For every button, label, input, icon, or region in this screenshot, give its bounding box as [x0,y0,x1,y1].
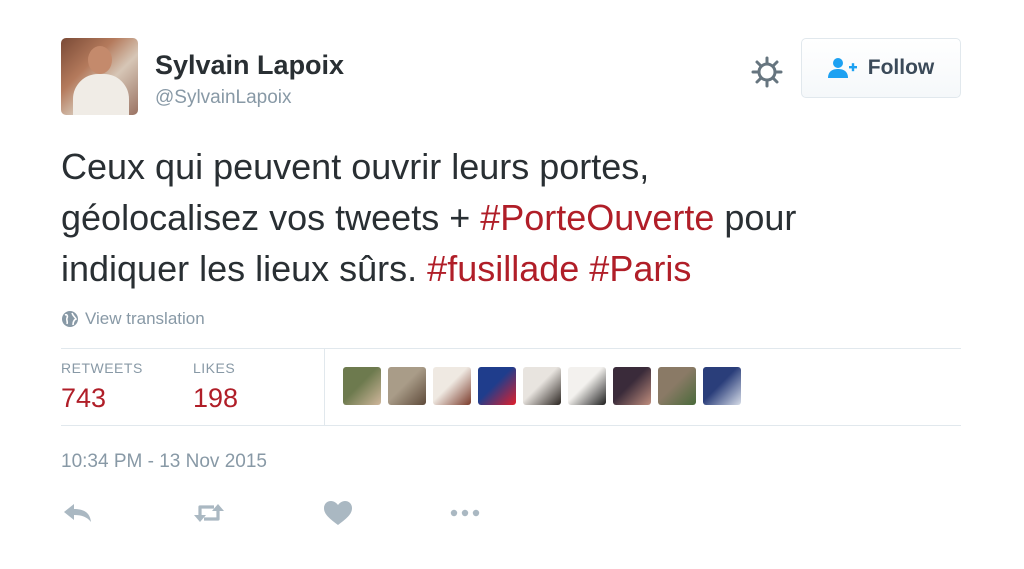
tweet-text-segment [579,248,589,289]
tweet-card: Sylvain Lapoix @SylvainLapoix Follow Ceu… [0,0,1024,569]
tweet-text-segment: indiquer les lieux sûrs. [61,248,428,289]
tweet-text-segment: pour [714,197,797,238]
follow-label: Follow [867,56,935,79]
liker-avatar-2[interactable] [388,367,426,405]
hashtag-link[interactable]: #fusillade [427,248,579,289]
globe-icon [62,311,78,327]
reply-icon[interactable] [61,499,95,527]
like-heart-icon[interactable] [321,499,355,527]
hashtag-link[interactable]: #Paris [589,248,691,289]
divider [61,348,961,349]
liker-avatars [343,367,741,405]
tweet-text-segment: Ceux qui peuvent ouvrir leurs portes, [61,146,650,187]
hashtag-link[interactable]: #PorteOuverte [480,197,714,238]
follow-button[interactable]: Follow [801,38,961,98]
likes-label: LIKES [193,360,236,376]
avatar-body [73,74,129,115]
retweets-label: RETWEETS [61,360,143,376]
retweets-stat[interactable]: RETWEETS 743 [61,360,143,414]
liker-avatar-3[interactable] [433,367,471,405]
liker-avatar-7[interactable] [613,367,651,405]
liker-avatar-5[interactable] [523,367,561,405]
divider [324,349,325,425]
liker-avatar-6[interactable] [568,367,606,405]
display-name[interactable]: Sylvain Lapoix [155,50,344,81]
liker-avatar-8[interactable] [658,367,696,405]
liker-avatar-1[interactable] [343,367,381,405]
likes-count: 198 [193,383,239,413]
liker-avatar-4[interactable] [478,367,516,405]
view-translation-label: View translation [85,309,205,328]
tweet-text: Ceux qui peuvent ouvrir leurs portes, gé… [61,141,961,294]
screen-name[interactable]: @SylvainLapoix [155,87,292,109]
tweet-timestamp[interactable]: 10:34 PM - 13 Nov 2015 [61,451,267,473]
divider [61,425,961,426]
retweet-icon[interactable] [192,499,226,527]
add-user-icon [827,58,857,78]
liker-avatar-9[interactable] [703,367,741,405]
avatar-head [88,46,112,74]
likes-stat[interactable]: LIKES 198 [193,360,238,414]
more-options-icon[interactable] [448,499,482,527]
gear-icon[interactable] [751,56,783,88]
view-translation-link[interactable]: View translation [61,309,205,329]
tweet-text-segment: géolocalisez vos tweets + [61,197,481,238]
user-avatar[interactable] [61,38,138,115]
retweets-count: 743 [61,383,107,413]
